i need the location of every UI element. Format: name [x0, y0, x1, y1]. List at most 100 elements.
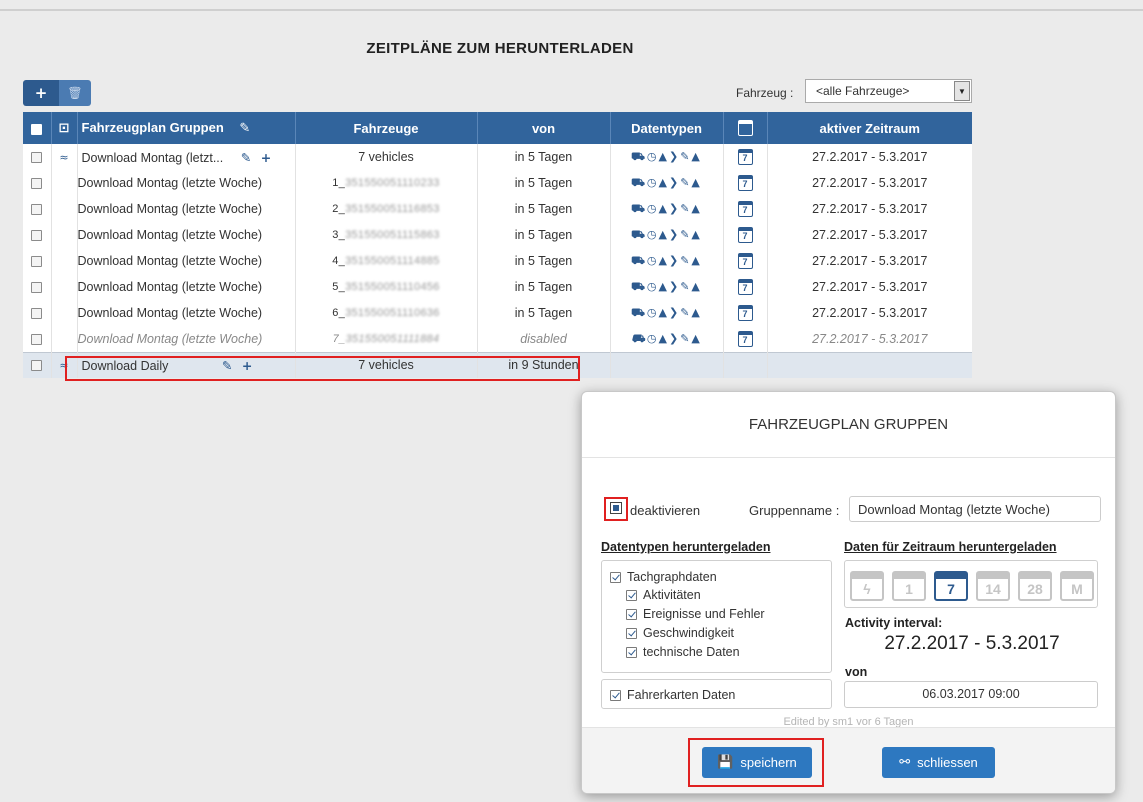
group-dialog: FAHRZEUGPLAN GRUPPEN deaktivieren Gruppe… [581, 391, 1116, 794]
speed-label: Geschwindigkeit [643, 626, 735, 640]
vehicle-prefix: 4_ [332, 255, 346, 267]
calendar-7-icon[interactable]: 7 [737, 253, 753, 269]
row-checkbox[interactable] [31, 204, 43, 216]
tacho-label: Tachgraphdaten [627, 570, 717, 584]
calendar-7-icon[interactable]: 7 [737, 305, 753, 321]
vehicle-prefix: 1_ [332, 177, 346, 189]
calendar-7-icon[interactable]: 7 [737, 175, 753, 191]
group-header: Fahrzeugplan Gruppen ✎ [77, 112, 296, 144]
table-row[interactable]: Download Montag (letzte Woche) 3_35155005… [23, 222, 972, 248]
vehicle-prefix: 6_ [332, 307, 346, 319]
events-checkbox[interactable]: Ereignisse und Fehler [626, 607, 765, 621]
row-checkbox[interactable] [31, 308, 43, 320]
activities-label: Aktivitäten [643, 588, 701, 602]
table-row[interactable]: Download Montag (letzte Woche) 6_35155005… [23, 300, 972, 326]
row-from: in 5 Tagen [477, 222, 611, 248]
row-checkbox[interactable] [31, 282, 43, 294]
activity-interval-label: Activity interval: [845, 616, 943, 630]
calendar-7-icon[interactable]: 7 [737, 227, 753, 243]
range-option-1-icon[interactable]: 1 [892, 571, 926, 601]
save-button[interactable]: 💾 speichern [702, 747, 812, 778]
datatype-icons: ⛟◷▲❯✎▲ [631, 176, 702, 189]
close-button[interactable]: ⚯ schliessen [882, 747, 995, 778]
close-label: schliessen [917, 755, 978, 770]
select-all-cell[interactable] [23, 112, 52, 144]
row-period: 27.2.2017 - 5.3.2017 [812, 228, 928, 242]
add-icon[interactable]: + [261, 150, 271, 165]
driver-cards-box: Fahrerkarten Daten [601, 679, 832, 709]
tacho-checkbox[interactable]: Tachgraphdaten [610, 570, 717, 584]
schedule-table: ⊡ Fahrzeugplan Gruppen ✎ Fahrzeuge von D… [23, 112, 972, 378]
row-from: in 5 Tagen [477, 274, 611, 300]
table-row[interactable]: Download Montag (letzte Woche) 1_35155005… [23, 170, 972, 196]
group-row[interactable]: ≈ Download Montag (letzt... ✎ + 7 vehicl… [23, 144, 972, 170]
row-vehicle: 3_351550051115863 [295, 222, 478, 248]
vehicle-id: 351550051110233 [345, 177, 440, 189]
table-row[interactable]: Download Montag (letzte Woche) 7_35155005… [23, 326, 972, 352]
from-header: von [477, 112, 611, 144]
checkbox-check-icon [610, 689, 621, 701]
expand-all-cell[interactable]: ⊡ [51, 112, 78, 144]
calendar-icon [737, 120, 753, 137]
from-input[interactable]: 06.03.2017 09:00 [844, 681, 1098, 708]
range-option-month-icon[interactable]: M [1060, 571, 1094, 601]
vehicle-id: 351550051111884 [345, 332, 440, 345]
row-checkbox[interactable] [31, 360, 43, 372]
vehicle-filter-select[interactable]: <alle Fahrzeuge> ▼ [805, 79, 972, 103]
group-name: Download Montag (letzt... [81, 150, 224, 165]
edit-icon[interactable]: ✎ [239, 121, 250, 136]
delete-button[interactable]: 🗑 [59, 80, 91, 106]
dialog-footer: 💾 speichern ⚯ schliessen [582, 727, 1115, 793]
highlight-disabled-row [65, 356, 580, 381]
range-option-28-icon[interactable]: 28 [1018, 571, 1052, 601]
calendar-7-icon[interactable]: 7 [737, 201, 753, 217]
row-vehicle: 1_351550051110233 [295, 170, 478, 196]
range-option-14-icon[interactable]: 14 [976, 571, 1010, 601]
floppy-disk-icon: 💾 [717, 755, 734, 770]
driver-cards-checkbox[interactable]: Fahrerkarten Daten [610, 688, 735, 702]
add-button[interactable]: + [23, 80, 59, 106]
range-box: ϟ 1 7 14 28 M [844, 560, 1098, 608]
activity-interval-value: 27.2.2017 - 5.3.2017 [884, 633, 1060, 654]
datatype-icons: ⛟◷▲❯✎▲ [631, 202, 702, 215]
driver-cards-label: Fahrerkarten Daten [627, 688, 736, 702]
checkbox-check-icon [610, 571, 621, 583]
checkbox-check-icon [626, 589, 637, 601]
dropdown-arrow-icon[interactable]: ▼ [954, 81, 970, 101]
row-checkbox[interactable] [31, 256, 43, 268]
select-all-checkbox[interactable] [31, 123, 43, 135]
range-option-today-icon[interactable]: ϟ [850, 571, 884, 601]
datatype-icons: ⛟◷▲❯✎▲ [631, 150, 702, 163]
edit-icon[interactable]: ✎ [241, 150, 251, 165]
speed-checkbox[interactable]: Geschwindigkeit [626, 626, 734, 640]
row-from: in 5 Tagen [477, 196, 611, 222]
group-name-input[interactable]: Download Montag (letzte Woche) [849, 496, 1101, 522]
save-label: speichern [740, 755, 797, 770]
trash-icon: 🗑 [67, 86, 83, 100]
calendar-7-icon[interactable]: 7 [737, 330, 753, 347]
calendar-7-icon[interactable]: 7 [737, 279, 753, 295]
deactivate-label: deaktivieren [630, 503, 701, 518]
vehicle-prefix: 2_ [332, 203, 346, 215]
checkbox-check-icon [626, 608, 637, 620]
activities-checkbox[interactable]: Aktivitäten [626, 588, 701, 602]
row-vehicle: 7_351550051111884 [295, 326, 478, 352]
row-checkbox[interactable] [31, 152, 43, 164]
table-row[interactable]: Download Montag (letzte Woche) 2_35155005… [23, 196, 972, 222]
vehicle-prefix: 5_ [332, 281, 346, 293]
checkbox-check-icon [626, 646, 637, 658]
row-checkbox[interactable] [31, 333, 43, 345]
expand-all-icon[interactable]: ⊡ [59, 121, 70, 136]
row-period: 27.2.2017 - 5.3.2017 [812, 306, 928, 320]
calendar-7-icon[interactable]: 7 [737, 149, 753, 165]
technical-label: technische Daten [643, 645, 740, 659]
technical-checkbox[interactable]: technische Daten [626, 645, 740, 659]
table-row[interactable]: Download Montag (letzte Woche) 5_35155005… [23, 274, 972, 300]
range-option-7-icon[interactable]: 7 [934, 571, 968, 601]
row-checkbox[interactable] [31, 178, 43, 190]
table-row[interactable]: Download Montag (letzte Woche) 4_35155005… [23, 248, 972, 274]
collapse-icon[interactable]: ≈ [59, 151, 68, 164]
row-name: Download Montag (letzte Woche) [77, 170, 296, 196]
vehicles-header: Fahrzeuge [295, 112, 478, 144]
row-checkbox[interactable] [31, 230, 43, 242]
